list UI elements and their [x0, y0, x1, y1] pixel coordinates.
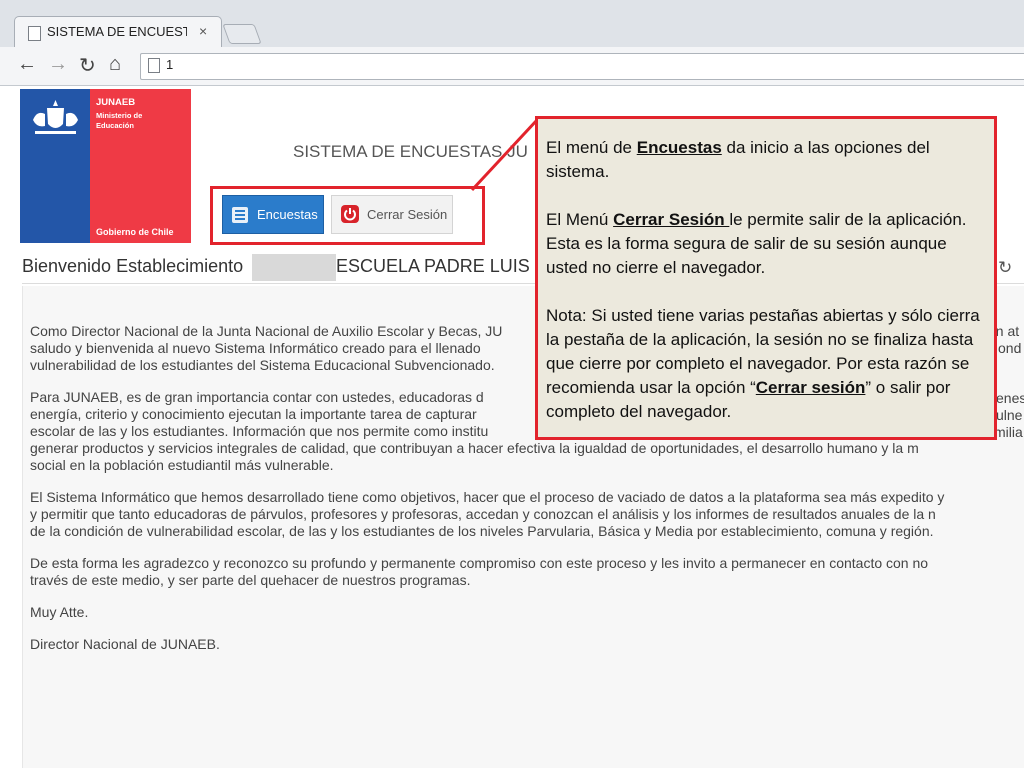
callout-text-run: El Menú — [546, 210, 614, 229]
callout-paragraph-3: Nota: Si usted tiene varias pestañas abi… — [546, 304, 986, 424]
callout-paragraph-1: El menú de Encuestas da inicio a las opc… — [546, 136, 986, 184]
tab-title: SISTEMA DE ENCUESTAS - — [47, 24, 187, 39]
welcome-label: Bienvenido Establecimiento — [22, 256, 244, 276]
letter-line: Para JUNAEB, es de gran importancia cont… — [30, 389, 484, 405]
letter-line: El Sistema Informático que hemos desarro… — [30, 489, 945, 505]
callout-paragraph-2: El Menú Cerrar Sesión le permite salir d… — [546, 208, 986, 280]
callout-emphasis: Cerrar sesión — [755, 378, 866, 397]
letter-line: energía, criterio y conocimiento ejecuta… — [30, 406, 477, 422]
letter-line: De esta forma les agradezco y reconozco … — [30, 555, 929, 571]
reload-icon[interactable]: ↻ — [79, 53, 96, 78]
logo-org-name: JUNAEB — [96, 97, 136, 108]
page-title: SISTEMA DE ENCUESTAS JU — [293, 142, 528, 161]
callout-text-run: El menú de — [546, 138, 637, 157]
letter-line: escolar de las y los estudiantes. Inform… — [30, 423, 489, 439]
letter-fragment: ond — [998, 340, 1022, 356]
home-icon[interactable]: ⌂ — [109, 53, 121, 76]
letter-signature: Director Nacional de JUNAEB. — [30, 636, 220, 652]
forward-icon[interactable]: → — [48, 53, 68, 76]
callout-emphasis: Cerrar Sesión — [613, 210, 730, 229]
logo-government: Gobierno de Chile — [96, 227, 174, 237]
page-icon — [148, 58, 160, 73]
letter-line: social en la población estudiantil más v… — [30, 457, 334, 473]
letter-paragraph-4: De esta forma les agradezco y reconozco … — [30, 555, 1024, 589]
letter-line: de la condición de vulnerabilidad escola… — [30, 523, 934, 539]
callout-text: El menú de Encuestas da inicio a las opc… — [546, 136, 986, 448]
page-icon — [28, 26, 41, 41]
new-tab-button[interactable] — [222, 24, 262, 44]
letter-closing: Muy Atte. — [30, 604, 89, 620]
address-bar[interactable] — [140, 53, 1024, 80]
letter-fragment: enes — [996, 390, 1024, 406]
letter-fragment: ulne — [996, 407, 1023, 423]
letter-line: través de este medio, y ser parte del qu… — [30, 572, 471, 588]
letter-line: saludo y bienvenida al nuevo Sistema Inf… — [30, 340, 481, 356]
logo-ministry: Ministerio de Educación — [96, 111, 143, 130]
letter-fragment: milia — [994, 424, 1023, 440]
letter-line: Como Director Nacional de la Junta Nacio… — [30, 323, 503, 339]
close-tab-icon[interactable]: × — [199, 23, 207, 39]
coat-of-arms-icon — [33, 100, 78, 134]
letter-line: y permitir que tanto educadoras de párvu… — [30, 506, 936, 522]
menu-highlight-box — [210, 186, 485, 245]
letter-line: vulnerabilidad de los estudiantes del Si… — [30, 357, 495, 373]
refresh-icon[interactable]: ↻ — [998, 258, 1012, 278]
address-text: 1 — [166, 57, 174, 72]
school-name: ESCUELA PADRE LUIS E — [336, 256, 547, 276]
back-icon[interactable]: ← — [17, 53, 37, 76]
redacted-block — [252, 254, 336, 281]
letter-paragraph-3: El Sistema Informático que hemos desarro… — [30, 489, 1024, 540]
callout-emphasis: Encuestas — [636, 138, 722, 157]
